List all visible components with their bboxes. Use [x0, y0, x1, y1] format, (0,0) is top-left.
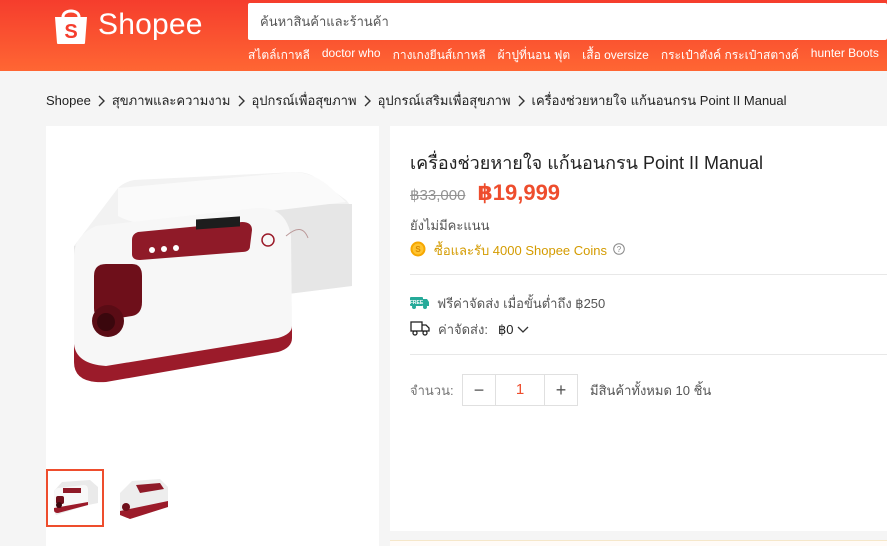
truck-icon: [410, 320, 438, 339]
hot-link[interactable]: กางเกงยีนส์เกาหลี: [393, 46, 486, 65]
shopee-logo[interactable]: S Shopee: [52, 0, 203, 50]
divider: [410, 354, 887, 355]
original-price: ฿33,000: [410, 187, 466, 204]
chevron-right-icon: [517, 95, 526, 107]
thumbnail-selected[interactable]: [46, 469, 104, 527]
free-shipping-icon: FREE: [410, 295, 437, 312]
free-shipping-row: FREE ฟรีค่าจัดส่ง เมื่อขั้นต่ำถึง ฿250: [410, 293, 605, 314]
hot-search-links: สไตล์เกาหลี doctor who กางเกงยีนส์เกาหลี…: [248, 46, 887, 65]
gallery-footer: [46, 540, 379, 546]
breadcrumb-item[interactable]: อุปกรณ์เสริมเพื่อสุขภาพ: [378, 90, 511, 111]
shipping-fee-dropdown[interactable]: ฿0: [498, 322, 530, 338]
chevron-right-icon: [363, 95, 372, 107]
increase-quantity-button[interactable]: +: [545, 375, 577, 405]
product-info-panel: เครื่องช่วยหายใจ แก้นอนกรน Point II Manu…: [390, 126, 887, 531]
hot-link[interactable]: เสื้อ oversize: [582, 46, 649, 65]
quantity-label: จำนวน:: [410, 382, 454, 398]
hot-link[interactable]: ผ้าปูที่นอน ฟุต: [498, 46, 571, 65]
shipping-fee-label: ค่าจัดส่ง:: [438, 322, 488, 337]
search-input[interactable]: [260, 14, 887, 29]
search-bar[interactable]: [248, 3, 887, 40]
breadcrumb-current: เครื่องช่วยหายใจ แก้นอนกรน Point II Manu…: [531, 93, 787, 108]
thumbnail[interactable]: [114, 469, 172, 527]
svg-text:S: S: [64, 21, 77, 43]
breadcrumb-item[interactable]: สุขภาพและความงาม: [112, 90, 231, 111]
hot-link[interactable]: doctor who: [322, 46, 381, 65]
chevron-right-icon: [237, 95, 246, 107]
shipping-fee-value: ฿0: [497, 321, 514, 337]
product-gallery: [46, 126, 379, 546]
shopping-bag-logo-icon: S: [52, 5, 90, 45]
chevron-down-icon: [513, 322, 529, 337]
free-shipping-text: ฟรีค่าจัดส่ง เมื่อขั้นต่ำถึง ฿250: [437, 296, 606, 311]
breadcrumb-item[interactable]: Shopee: [46, 93, 91, 108]
coins-text: ซื้อและรับ 4000 Shopee Coins: [434, 243, 608, 258]
svg-text:FREE: FREE: [410, 300, 424, 306]
thumbnail-list: [46, 469, 172, 527]
product-title: เครื่องช่วยหายใจ แก้นอนกรน Point II Manu…: [410, 153, 764, 173]
coin-icon: S: [410, 241, 434, 260]
header: S Shopee สไตล์เกาหลี doctor who กางเกงยี…: [0, 0, 887, 71]
shipping-fee-row: ค่าจัดส่ง: ฿0: [410, 319, 529, 340]
quantity-row: จำนวน: − 1 + มีสินค้าทั้งหมด 10 ชิ้น: [410, 374, 711, 406]
current-price: ฿19,999: [477, 180, 561, 205]
logo-text: Shopee: [98, 8, 203, 41]
stock-text: มีสินค้าทั้งหมด 10 ชิ้น: [590, 382, 712, 398]
info-panel-footer: [390, 540, 887, 546]
hot-link[interactable]: hunter Boots: [811, 46, 879, 65]
shopee-coins-row: S ซื้อและรับ 4000 Shopee Coins ?: [410, 240, 625, 261]
hot-link[interactable]: กระเป๋าตังค์ กระเป๋าสตางค์: [661, 46, 799, 65]
price-row: ฿33,000 ฿19,999: [410, 180, 560, 206]
hot-link[interactable]: สไตล์เกาหลี: [248, 46, 310, 65]
decrease-quantity-button[interactable]: −: [463, 375, 495, 405]
divider: [410, 274, 887, 275]
svg-text:S: S: [415, 245, 421, 254]
rating-text: ยังไม่มีคะแนน: [410, 218, 490, 233]
breadcrumb-item[interactable]: อุปกรณ์เพื่อสุขภาพ: [252, 90, 357, 111]
svg-text:?: ?: [617, 245, 622, 254]
help-icon[interactable]: ?: [607, 243, 625, 258]
chevron-right-icon: [97, 95, 106, 107]
quantity-input[interactable]: 1: [495, 375, 545, 405]
product-main-image[interactable]: [46, 126, 379, 459]
breadcrumb: Shopee สุขภาพและความงาม อุปกรณ์เพื่อสุขภ…: [46, 90, 787, 111]
quantity-stepper: − 1 +: [462, 374, 578, 406]
